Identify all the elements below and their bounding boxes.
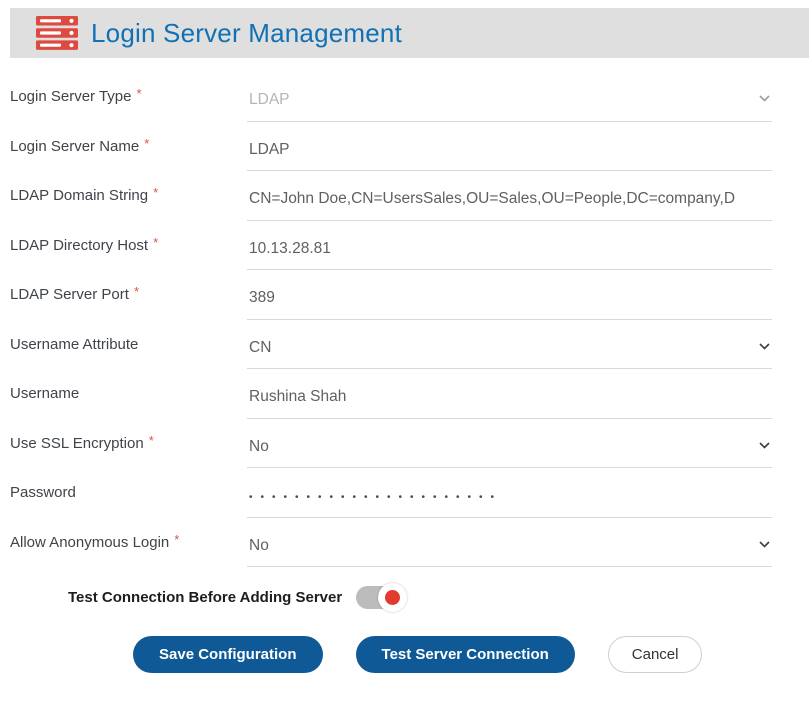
field-label: Username *: [10, 369, 247, 419]
required-asterisk: *: [174, 532, 179, 547]
page-header: Login Server Management: [10, 8, 809, 58]
required-asterisk: *: [149, 433, 154, 448]
cancel-button[interactable]: Cancel: [608, 636, 703, 673]
field-label: LDAP Domain String *: [10, 171, 247, 221]
field-label-text: Use SSL Encryption: [10, 435, 144, 452]
field-label: LDAP Server Port *: [10, 270, 247, 320]
form-row-username-attribute: Username Attribute * CN: [10, 320, 772, 370]
chevron-down-icon: [759, 95, 770, 102]
field-value: 10.13.28.81: [249, 232, 331, 258]
toggle-knob-icon: [378, 583, 407, 612]
allow-anonymous-login-select[interactable]: No: [247, 518, 772, 568]
login-server-type-select: LDAP: [247, 72, 772, 122]
server-icon: [36, 16, 78, 50]
ldap-directory-host-input[interactable]: 10.13.28.81: [247, 221, 772, 271]
ldap-server-port-input[interactable]: 389: [247, 270, 772, 320]
field-label: LDAP Directory Host *: [10, 221, 247, 271]
field-value: No: [249, 529, 269, 555]
field-label-text: Login Server Type: [10, 88, 131, 105]
field-value: Rushina Shah: [249, 380, 346, 406]
toggle-row: Test Connection Before Adding Server: [68, 586, 772, 609]
login-server-name-input[interactable]: LDAP: [247, 122, 772, 172]
form-row-ldap-domain-string: LDAP Domain String * CN=John Doe,CN=User…: [10, 171, 772, 221]
chevron-down-icon: [759, 442, 770, 449]
form-row-use-ssl-encryption: Use SSL Encryption * No: [10, 419, 772, 469]
password-input[interactable]: ••••••••••••••••••••••: [247, 468, 772, 518]
use-ssl-encryption-select[interactable]: No: [247, 419, 772, 469]
form-row-ldap-server-port: LDAP Server Port * 389: [10, 270, 772, 320]
field-label-text: Allow Anonymous Login: [10, 534, 169, 551]
field-value: CN: [249, 331, 271, 357]
field-label: Use SSL Encryption *: [10, 419, 247, 469]
field-label-text: LDAP Server Port: [10, 286, 129, 303]
username-attribute-select[interactable]: CN: [247, 320, 772, 370]
login-server-form: Login Server Type * LDAP Login Server Na…: [10, 72, 772, 673]
form-row-username: Username * Rushina Shah: [10, 369, 772, 419]
save-configuration-button[interactable]: Save Configuration: [133, 636, 323, 673]
form-fields: Login Server Type * LDAP Login Server Na…: [10, 72, 772, 567]
field-label-text: Username Attribute: [10, 336, 138, 353]
field-label: Login Server Name *: [10, 122, 247, 172]
form-row-login-server-name: Login Server Name * LDAP: [10, 122, 772, 172]
test-connection-toggle-label: Test Connection Before Adding Server: [68, 589, 342, 606]
chevron-down-icon: [759, 541, 770, 548]
field-value: LDAP: [249, 83, 290, 109]
field-value: 389: [249, 281, 275, 307]
required-asterisk: *: [144, 136, 149, 151]
form-row-login-server-type: Login Server Type * LDAP: [10, 72, 772, 122]
toggle-dot-icon: [385, 590, 400, 605]
test-connection-toggle[interactable]: [356, 586, 404, 609]
field-label-text: Login Server Name: [10, 138, 139, 155]
required-asterisk: *: [136, 86, 141, 101]
button-row: Save Configuration Test Server Connectio…: [133, 636, 772, 673]
field-label: Login Server Type *: [10, 72, 247, 122]
field-value: ••••••••••••••••••••••: [249, 482, 502, 503]
form-row-ldap-directory-host: LDAP Directory Host * 10.13.28.81: [10, 221, 772, 271]
required-asterisk: *: [153, 235, 158, 250]
field-label-text: LDAP Domain String: [10, 187, 148, 204]
test-server-connection-button[interactable]: Test Server Connection: [356, 636, 575, 673]
form-row-password: Password * ••••••••••••••••••••••: [10, 468, 772, 518]
field-value: No: [249, 430, 269, 456]
field-label: Password *: [10, 468, 247, 518]
field-label-text: LDAP Directory Host: [10, 237, 148, 254]
required-asterisk: *: [134, 284, 139, 299]
required-asterisk: *: [153, 185, 158, 200]
field-label: Allow Anonymous Login *: [10, 518, 247, 568]
field-label: Username Attribute *: [10, 320, 247, 370]
form-row-allow-anonymous-login: Allow Anonymous Login * No: [10, 518, 772, 568]
page-title: Login Server Management: [91, 18, 402, 49]
username-input[interactable]: Rushina Shah: [247, 369, 772, 419]
chevron-down-icon: [759, 343, 770, 350]
ldap-domain-string-input[interactable]: CN=John Doe,CN=UsersSales,OU=Sales,OU=Pe…: [247, 171, 772, 221]
field-label-text: Password: [10, 484, 76, 501]
field-value: CN=John Doe,CN=UsersSales,OU=Sales,OU=Pe…: [249, 182, 735, 208]
field-value: LDAP: [249, 133, 290, 159]
field-label-text: Username: [10, 385, 79, 402]
